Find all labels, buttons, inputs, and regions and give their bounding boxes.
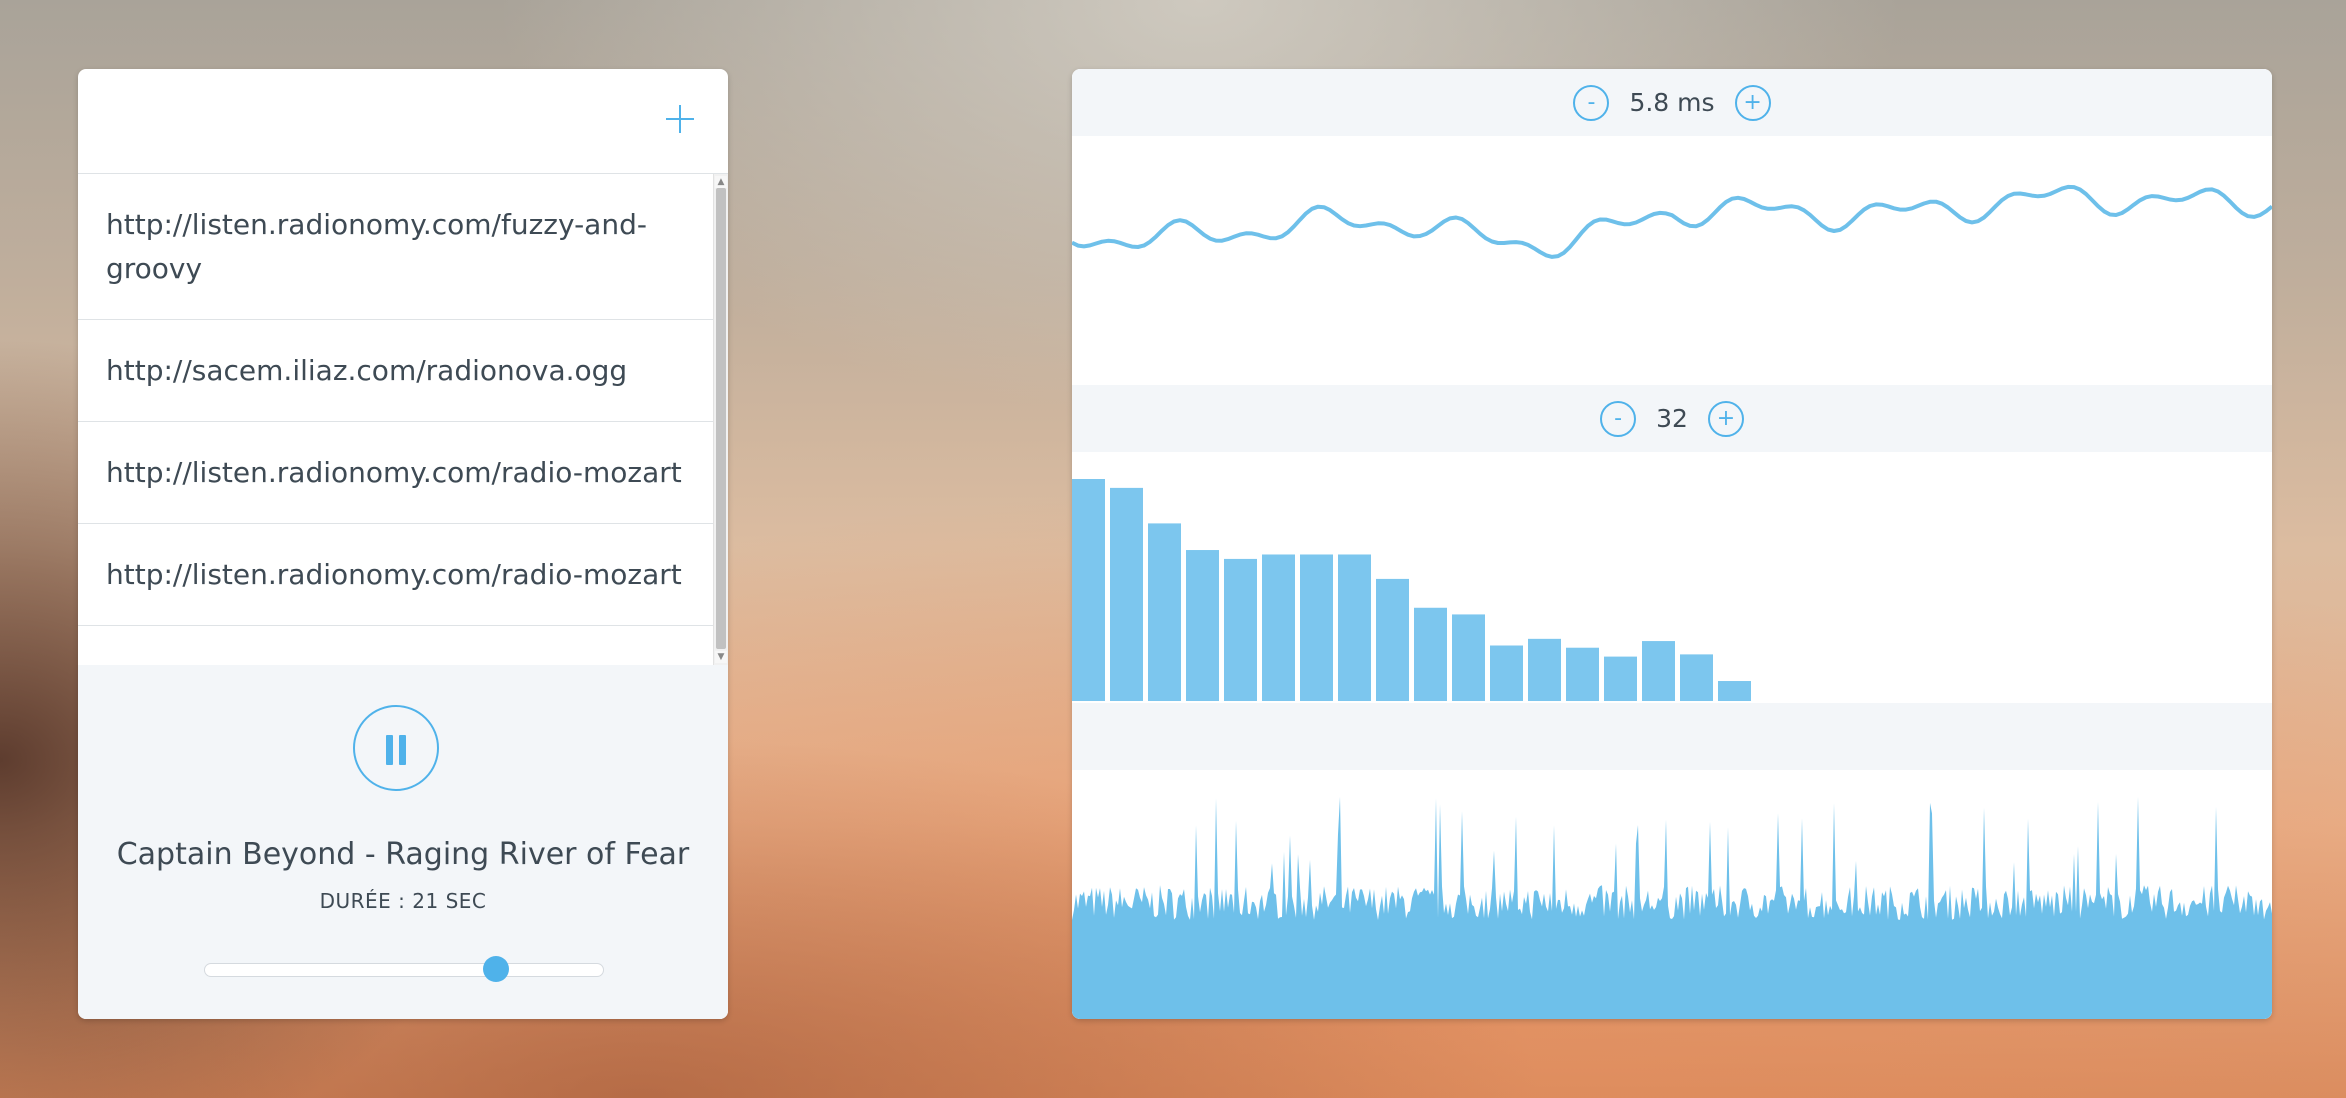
signal-graph: [1072, 796, 2272, 1019]
spectrum-bar: [1528, 638, 1561, 701]
waveform-decrease-button[interactable]: -: [1573, 84, 1610, 121]
spectrum-bar: [1680, 654, 1713, 701]
playlist-item-url: http://sacem.iliaz.com/radionova.ogg: [106, 353, 628, 387]
player-panel: http://listen.radionomy.com/fuzzy-and-gr…: [78, 69, 728, 1019]
spectrum-controls: - 32 +: [1072, 385, 2272, 452]
waveform-duration-value: 5.8 ms: [1629, 88, 1715, 117]
playlist: http://listen.radionomy.com/fuzzy-and-gr…: [78, 174, 728, 665]
playlist-items: http://listen.radionomy.com/fuzzy-and-gr…: [78, 174, 714, 626]
pause-icon: [386, 735, 393, 765]
waveform-graph: [1072, 184, 2272, 259]
playlist-item[interactable]: http://listen.radionomy.com/radio-mozart: [78, 422, 714, 524]
scrollbar-thumb[interactable]: [716, 188, 726, 649]
waveform-increase-button[interactable]: +: [1734, 84, 1771, 121]
visualizer-panel: - 5.8 ms + - 32 +: [1072, 69, 2272, 1019]
spectrum-bar: [1338, 554, 1371, 701]
spectrum-bar: [1300, 554, 1333, 701]
plus-icon[interactable]: [660, 99, 700, 139]
volume-slider-knob[interactable]: [482, 956, 509, 982]
spectrum-bar: [1376, 578, 1409, 701]
signal-panel: [1072, 770, 2272, 1019]
pause-button[interactable]: [353, 705, 439, 791]
spectrum-graph: [1072, 479, 1751, 701]
spectrum-bar: [1642, 641, 1675, 701]
spectrum-panel: [1072, 452, 2272, 703]
playlist-item-url: http://listen.radionomy.com/radio-mozart: [106, 557, 682, 591]
spectrum-bar: [1414, 607, 1447, 701]
spectrum-bar: [1566, 647, 1599, 701]
waveform-controls: - 5.8 ms +: [1072, 69, 2272, 136]
volume-slider[interactable]: [204, 956, 604, 982]
spectrum-bar: [1490, 645, 1523, 701]
player-controls: Captain Beyond - Raging River of Fear DU…: [78, 665, 728, 1019]
spectrum-bar: [1604, 656, 1637, 701]
spectrum-bar: [1186, 550, 1219, 701]
waveform-panel: [1072, 136, 2272, 385]
spectrum-bar: [1148, 523, 1181, 701]
player-header: [78, 69, 728, 174]
spectrum-bands-value: 32: [1656, 404, 1688, 433]
playlist-item-url: http://listen.radionomy.com/fuzzy-and-gr…: [106, 207, 647, 285]
playlist-item-url: http://listen.radionomy.com/radio-mozart: [106, 455, 682, 489]
spectrum-increase-button[interactable]: +: [1707, 400, 1744, 437]
playlist-item[interactable]: http://listen.radionomy.com/fuzzy-and-gr…: [78, 174, 714, 320]
track-duration: DURÉE : 21 SEC: [319, 889, 487, 913]
spectrum-bar: [1110, 487, 1143, 701]
spectrum-bar: [1718, 681, 1751, 701]
spectrum-bar: [1262, 554, 1295, 701]
signal-area: [1072, 796, 2272, 1019]
spectrum-bar: [1072, 479, 1105, 701]
track-title: Captain Beyond - Raging River of Fear: [116, 837, 690, 872]
signal-controls: [1072, 703, 2272, 770]
playlist-item[interactable]: http://listen.radionomy.com/radio-mozart: [78, 524, 714, 626]
waveform-line: [1072, 184, 2272, 259]
spectrum-decrease-button[interactable]: -: [1600, 400, 1637, 437]
spectrum-bar: [1452, 614, 1485, 701]
playlist-item[interactable]: http://sacem.iliaz.com/radionova.ogg: [78, 320, 714, 422]
playlist-scrollbar[interactable]: ▲ ▼: [713, 174, 728, 665]
pause-icon-bar: [399, 735, 406, 765]
spectrum-bar: [1224, 558, 1257, 701]
scroll-up-arrow-icon[interactable]: ▲: [715, 176, 727, 188]
scroll-down-arrow-icon[interactable]: ▼: [715, 651, 727, 663]
